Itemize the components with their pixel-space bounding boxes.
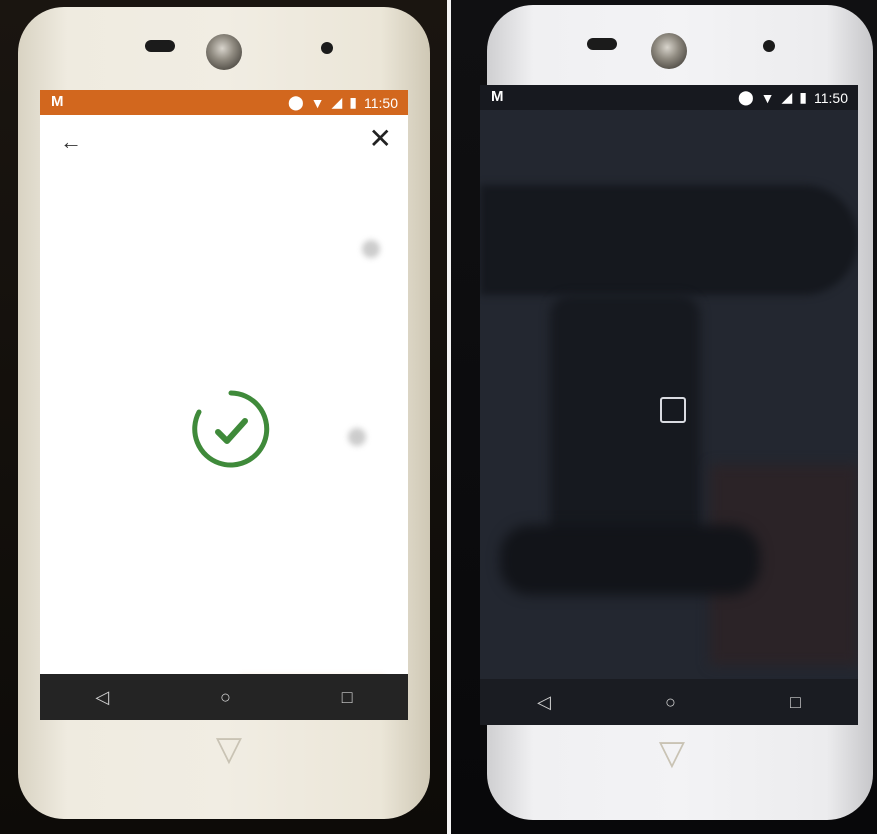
front-camera-icon [206, 34, 242, 70]
nav-home-icon[interactable]: ○ [220, 687, 231, 708]
status-bar: M ⬤ ▼ ◢ ▮ 11:50 [480, 85, 858, 110]
gmail-notification-icon: M [491, 88, 504, 105]
battery-icon: ▮ [349, 94, 357, 110]
signal-icon: ◢ [331, 94, 343, 110]
app-bar: ← ✕ [40, 115, 408, 171]
close-icon[interactable]: ✕ [369, 125, 392, 153]
nav-recents-icon[interactable]: □ [342, 687, 353, 708]
wolf-logo-icon: ▽ [215, 730, 243, 768]
proximity-sensor [763, 40, 775, 52]
battery-icon: ▮ [799, 89, 807, 105]
nav-bar: ◁ ○ □ [480, 679, 858, 725]
proximity-sensor [321, 42, 333, 54]
nav-back-icon[interactable]: ◁ [537, 692, 551, 713]
earpiece [145, 40, 175, 52]
toggle-icon [348, 428, 366, 446]
nav-home-icon[interactable]: ○ [665, 692, 676, 713]
signal-icon: ◢ [781, 89, 793, 105]
toggle-icon [362, 240, 380, 258]
camera-scene [480, 185, 858, 295]
status-time: 11:50 [814, 89, 848, 106]
gmail-notification-icon: M [51, 93, 64, 110]
nav-recents-icon[interactable]: □ [790, 692, 801, 713]
location-icon: ⬤ [287, 94, 304, 110]
status-time: 11:50 [364, 94, 398, 111]
nav-bar: ◁ ○ □ [40, 674, 408, 720]
status-bar: M ⬤ ▼ ◢ ▮ 11:50 [40, 90, 408, 115]
viewfinder-square-icon[interactable] [660, 397, 686, 423]
wolf-logo-icon: ▽ [658, 734, 686, 772]
success-check-icon [192, 390, 270, 468]
front-camera-icon [651, 33, 687, 69]
wifi-icon: ▼ [310, 94, 325, 111]
earpiece [587, 38, 617, 50]
back-arrow-icon[interactable]: ← [60, 129, 82, 155]
nav-back-icon[interactable]: ◁ [95, 687, 109, 708]
screen-right: M ⬤ ▼ ◢ ▮ 11:50 ◁ ○ □ [480, 85, 858, 725]
screen-left: M ⬤ ▼ ◢ ▮ 11:50 ← ✕ ◁ ○ □ [40, 90, 408, 720]
wifi-icon: ▼ [760, 89, 775, 106]
location-icon: ⬤ [737, 89, 754, 105]
camera-scene [500, 525, 760, 595]
